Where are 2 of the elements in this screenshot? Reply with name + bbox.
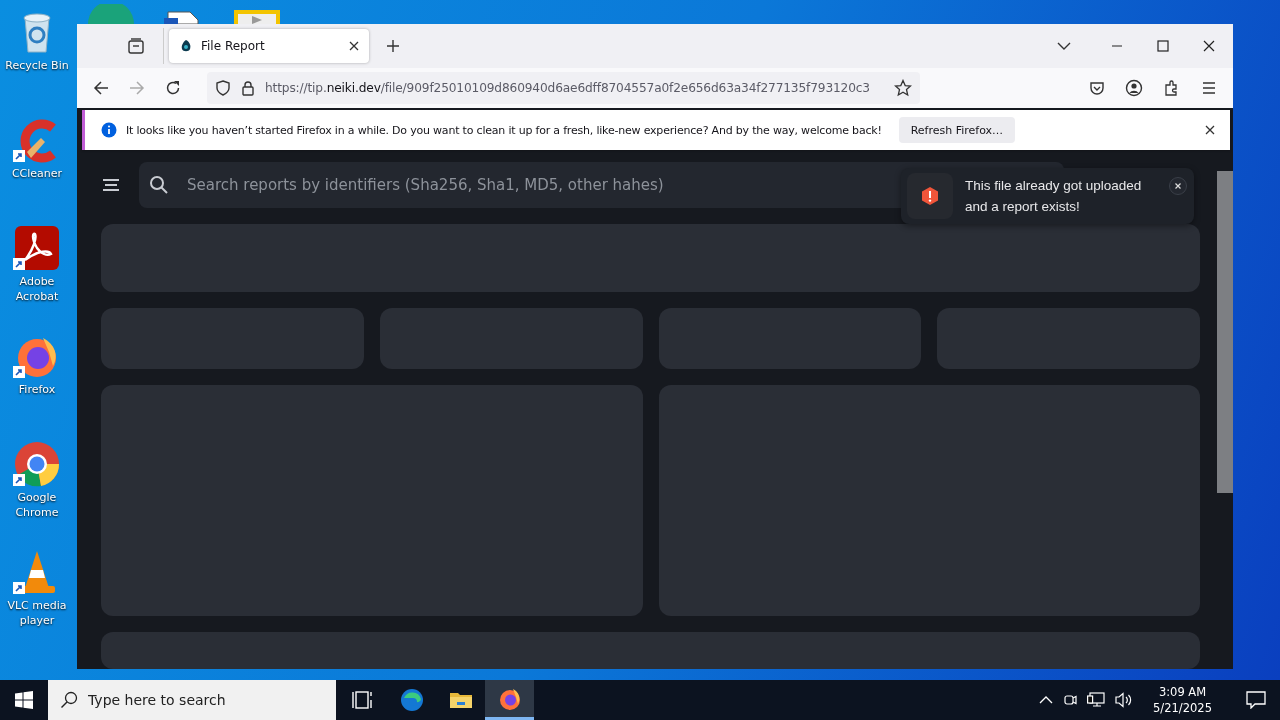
url-text: https://tip.neiki.dev/file/909f25010109d860940d6ae6dff8704557a0f2e656d63a34f277135f793120c3 [265, 81, 871, 95]
notification-message: It looks like you haven’t started Firefox in a while. Do you want to clean it up for a fresh, like-new experience? And by the way, welcome back! [126, 123, 882, 137]
